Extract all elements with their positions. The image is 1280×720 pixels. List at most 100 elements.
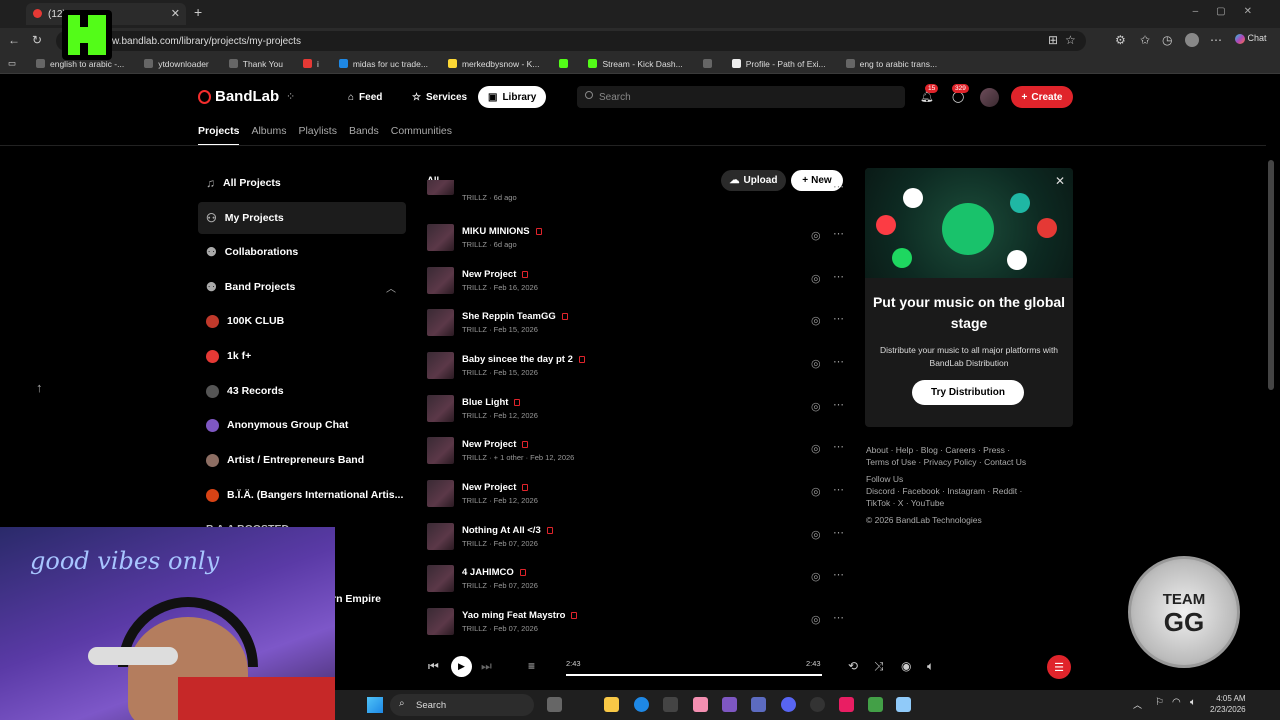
distribute-icon[interactable]: ◎ (811, 229, 821, 242)
more-menu-icon[interactable]: ⋯ (1210, 33, 1222, 47)
tab-projects[interactable]: Projects (198, 125, 240, 146)
copilot-chat-button[interactable]: Chat (1235, 33, 1267, 44)
more-options-icon[interactable]: ⋯ (833, 312, 845, 325)
file-explorer-icon[interactable] (604, 697, 619, 712)
bookmark[interactable] (702, 59, 712, 68)
project-row[interactable]: 4 JAHIMCO TRILLZ · Feb 07, 2026 ◎ ⋯ (427, 558, 847, 598)
distribute-icon[interactable]: ◎ (811, 442, 821, 455)
app-icon[interactable] (896, 697, 911, 712)
reload-icon[interactable]: ↻ (32, 33, 42, 47)
notifications-button[interactable]: 🔔︎ 15 (920, 84, 939, 103)
more-options-icon[interactable]: ⋯ (833, 398, 845, 411)
more-options-icon[interactable]: ⋯ (833, 483, 845, 496)
project-thumbnail[interactable] (427, 352, 454, 379)
project-thumbnail[interactable] (427, 437, 454, 464)
bookmark[interactable]: Thank You (228, 59, 283, 69)
project-thumbnail[interactable] (427, 523, 454, 550)
project-row[interactable]: She Reppin TeamGG TRILLZ · Feb 15, 2026 ◎ ⋯ (427, 302, 847, 342)
tab-bands[interactable]: Bands (349, 125, 379, 146)
project-row[interactable]: MIKU MINIONS TRILLZ · 6d ago ◎ ⋯ (427, 217, 847, 257)
queue-button[interactable]: ☰ (1047, 655, 1071, 679)
repeat-icon[interactable]: ⟲ (848, 659, 858, 673)
project-row[interactable]: Blue Light TRILLZ · Feb 12, 2026 ◎ ⋯ (427, 388, 847, 428)
distribute-icon[interactable]: ◎ (811, 485, 821, 498)
footer-social-links[interactable]: TikTok · X · YouTube (866, 497, 1066, 509)
project-row[interactable]: New Project TRILLZ · Feb 16, 2026 ◎ ⋯ (427, 260, 847, 300)
edge-icon[interactable] (634, 697, 649, 712)
chevron-up-icon[interactable]: ︿ (386, 280, 396, 295)
project-thumbnail[interactable] (427, 267, 454, 294)
bookmark[interactable]: merkedbysnow - K... (447, 59, 539, 69)
project-row[interactable]: TRILLZ · 6d ago ⋯ (427, 180, 847, 202)
apps-grid-icon[interactable]: ⁘ (286, 90, 295, 103)
project-thumbnail[interactable] (427, 565, 454, 592)
project-row[interactable]: Nothing At All </3 TRILLZ · Feb 07, 2026 ◎… (427, 516, 847, 556)
notes-icon[interactable] (868, 697, 883, 712)
sidebar-item-band[interactable]: B.Ï.Ä. (Bangers International Artis... (206, 483, 403, 507)
more-options-icon[interactable]: ⋯ (833, 440, 845, 453)
project-thumbnail[interactable] (427, 224, 454, 251)
scrollbar[interactable] (1268, 160, 1274, 390)
bookmark[interactable] (559, 59, 569, 68)
distribute-icon[interactable]: ◎ (811, 570, 821, 583)
sidebar-item-band[interactable]: Anonymous Group Chat (206, 413, 348, 437)
footer-social-links[interactable]: Discord · Facebook · Instagram · Reddit … (866, 485, 1066, 497)
distribute-icon[interactable]: ◎ (811, 613, 821, 626)
playlist-icon[interactable]: ≡ (528, 659, 535, 673)
sidebar-item-band[interactable]: rn Empire (332, 587, 381, 611)
nav-feed[interactable]: ⌂ Feed (338, 86, 392, 108)
sidebar-item-band[interactable]: 100K CLUB (206, 309, 284, 333)
project-thumbnail[interactable] (427, 309, 454, 336)
back-icon[interactable]: ← (8, 33, 20, 47)
close-icon[interactable]: ✕ (1055, 174, 1065, 188)
play-button[interactable]: ▶ (451, 656, 472, 677)
try-distribution-button[interactable]: Try Distribution (912, 380, 1024, 405)
new-tab-icon[interactable]: + (194, 4, 202, 20)
taskbar-search[interactable]: ⌕ Search (390, 694, 534, 716)
sidebar-item-my-projects[interactable]: ⚇ My Projects (206, 206, 284, 230)
wifi-icon[interactable]: ◠ (1172, 697, 1181, 708)
sidebar-item-collaborations[interactable]: ⚉ Collaborations (206, 240, 298, 264)
discord-icon[interactable] (781, 697, 796, 712)
project-thumbnail[interactable] (427, 180, 454, 195)
tab-playlists[interactable]: Playlists (298, 125, 337, 146)
sidebar-item-band[interactable]: 43 Records (206, 379, 284, 403)
project-row[interactable]: New Project TRILLZ · Feb 12, 2026 ◎ ⋯ (427, 473, 847, 513)
favorites-icon[interactable]: ✩ (1140, 33, 1150, 47)
app-icon[interactable] (751, 697, 766, 712)
project-row[interactable]: New Project TRILLZ · + 1 other · Feb 12, … (427, 430, 847, 470)
bookmark[interactable]: Stream - Kick Dash... (588, 59, 683, 69)
bookmark[interactable]: english to arabic -... (36, 59, 124, 69)
bookmark[interactable]: Profile - Path of Exi... (731, 59, 826, 69)
footer-links[interactable]: About · Help · Blog · Careers · Press · (866, 444, 1066, 456)
previous-track-icon[interactable]: ⏮ (428, 659, 439, 674)
distribute-icon[interactable]: ◎ (811, 400, 821, 413)
create-button[interactable]: + Create (1011, 86, 1073, 108)
distribute-icon[interactable]: ◎ (811, 528, 821, 541)
profile-avatar[interactable] (1185, 33, 1199, 47)
footer-links[interactable]: Terms of Use · Privacy Policy · Contact … (866, 456, 1066, 468)
more-options-icon[interactable]: ⋯ (833, 227, 845, 240)
broadcast-icon[interactable]: ◉ (901, 659, 911, 673)
app-icon[interactable] (693, 697, 708, 712)
volume-icon[interactable]: 🔈︎ (1190, 697, 1196, 708)
bandlab-logo[interactable]: BandLab (198, 88, 279, 105)
sidebar-item-band[interactable]: Artist / Entrepreneurs Band (206, 448, 364, 472)
user-avatar[interactable] (980, 88, 999, 107)
taskbar-clock[interactable]: 4:05 AM 2/23/2026 (1210, 693, 1246, 715)
progress-bar[interactable] (566, 674, 822, 676)
project-thumbnail[interactable] (427, 395, 454, 422)
tab-communities[interactable]: Communities (391, 125, 452, 146)
bookmark[interactable]: eng to arabic trans... (845, 59, 937, 69)
nav-library[interactable]: ▣ Library (478, 86, 547, 108)
distribute-icon[interactable]: ◎ (811, 357, 821, 370)
nav-services[interactable]: ☆ Services (402, 86, 477, 108)
settings-icon[interactable]: ⚙ (1115, 33, 1126, 47)
distribute-icon[interactable]: ◎ (811, 272, 821, 285)
close-tab-icon[interactable]: ✕ (171, 7, 180, 20)
shuffle-icon[interactable]: ⤨ (874, 659, 884, 674)
network-icon[interactable]: ⚐ (1155, 697, 1164, 708)
window-controls[interactable]: –▢✕ (1193, 6, 1270, 17)
more-options-icon[interactable]: ⋯ (833, 568, 845, 581)
tab-albums[interactable]: Albums (251, 125, 286, 146)
